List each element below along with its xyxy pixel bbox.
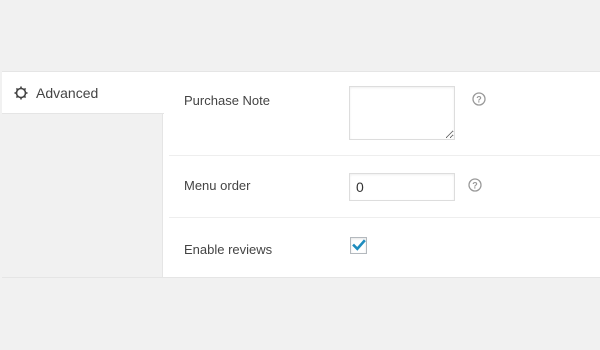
help-icon[interactable]: ?	[472, 92, 486, 106]
enable-reviews-row: Enable reviews	[169, 218, 600, 279]
enable-reviews-label: Enable reviews	[184, 242, 273, 257]
menu-order-label: Menu order	[184, 178, 251, 193]
svg-text:?: ?	[476, 94, 482, 104]
menu-order-input[interactable]	[349, 173, 455, 201]
checkmark-icon	[352, 239, 366, 251]
purchase-note-row: Purchase Note ?	[169, 72, 600, 156]
purchase-note-textarea[interactable]	[349, 86, 455, 140]
gear-icon	[14, 86, 28, 100]
purchase-note-label: Purchase Note	[184, 93, 270, 108]
menu-order-row: Menu order ?	[169, 156, 600, 218]
tab-advanced[interactable]: Advanced	[2, 72, 164, 114]
enable-reviews-checkbox[interactable]	[350, 237, 367, 254]
tab-advanced-label: Advanced	[36, 84, 99, 101]
help-icon[interactable]: ?	[468, 178, 482, 192]
product-data-panel: Advanced Purchase Note ? Menu order ?	[2, 71, 600, 278]
svg-text:?: ?	[472, 180, 478, 190]
advanced-options: Purchase Note ? Menu order ? Enable revi…	[169, 72, 600, 277]
product-data-tabs: Advanced	[2, 72, 164, 277]
